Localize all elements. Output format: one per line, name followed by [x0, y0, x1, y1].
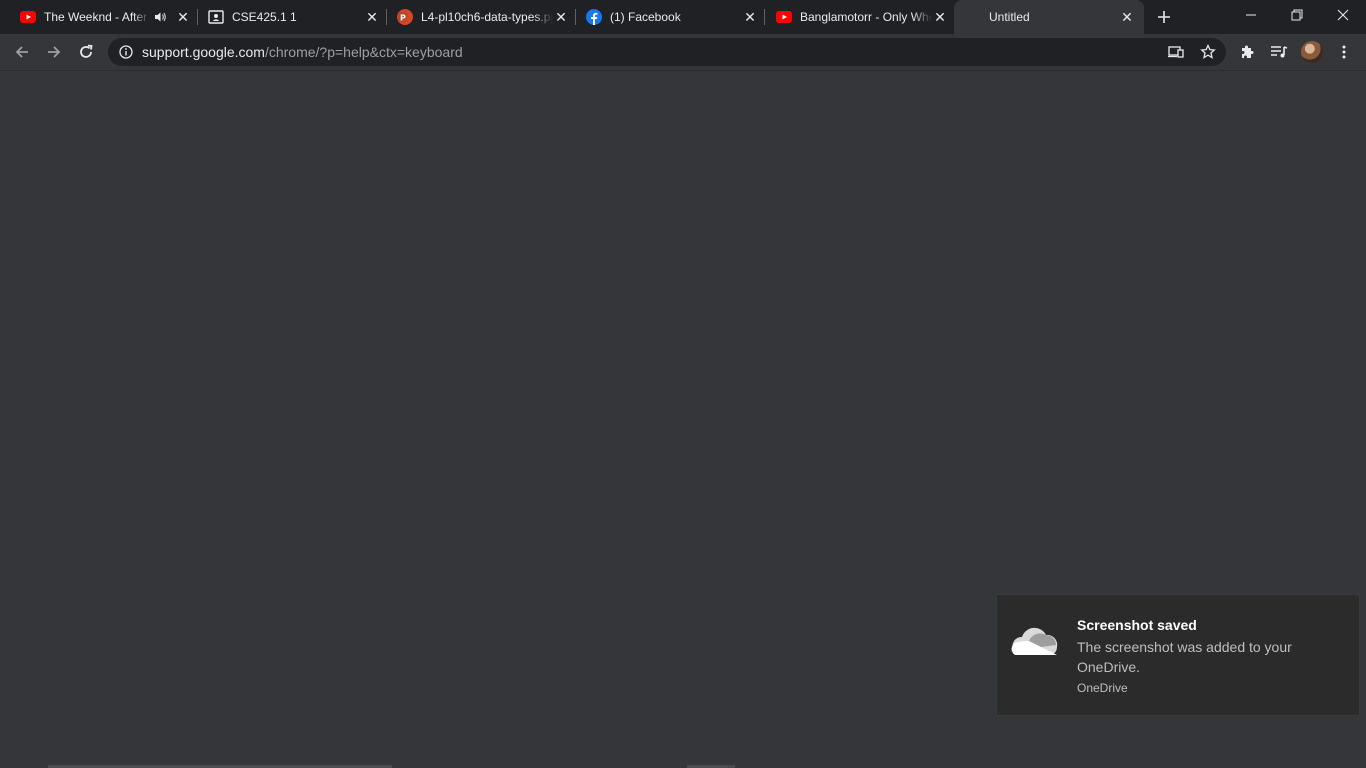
extensions-button[interactable]: [1234, 39, 1260, 65]
onedrive-notification[interactable]: Screenshot saved The screenshot was adde…: [996, 594, 1360, 716]
cast-icon[interactable]: [1168, 44, 1184, 60]
back-button[interactable]: [9, 39, 35, 65]
menu-button[interactable]: [1331, 39, 1357, 65]
tab-title: Untitled: [989, 10, 1030, 24]
arrow-right-icon: [48, 46, 61, 58]
url-text: support.google.com/chrome/?p=help&ctx=ke…: [142, 44, 463, 60]
classroom-icon: [208, 9, 224, 25]
tab-cse425[interactable]: CSE425.1 1 ✕: [188, 0, 386, 34]
onedrive-cloud-icon: [1011, 627, 1058, 655]
minimize-icon: [1246, 14, 1256, 16]
tab-strip: The Weeknd - After Hours ✕ CSE425.1 1 ✕ …: [0, 0, 1366, 34]
address-bar[interactable]: support.google.com/chrome/?p=help&ctx=ke…: [108, 38, 1226, 66]
restore-icon: [1291, 9, 1303, 21]
profile-avatar[interactable]: [1301, 41, 1323, 63]
toolbar: support.google.com/chrome/?p=help&ctx=ke…: [0, 34, 1366, 71]
tab-untitled-active[interactable]: Untitled ✕: [954, 0, 1144, 34]
reload-icon: [80, 44, 93, 58]
youtube-icon: [776, 9, 792, 25]
media-control-button[interactable]: [1266, 39, 1292, 65]
restore-button[interactable]: [1274, 0, 1320, 30]
minimize-button[interactable]: [1228, 0, 1274, 30]
tab-title: CSE425.1 1: [232, 10, 297, 24]
puzzle-icon: [1242, 45, 1254, 58]
notification-source: OneDrive: [1077, 681, 1128, 695]
tab-youtube-banglamotorr[interactable]: Banglamotorr - Only Wheels ✕: [756, 0, 954, 34]
tab-close-icon[interactable]: ✕: [932, 9, 948, 25]
tab-facebook[interactable]: (1) Facebook ✕: [566, 0, 764, 34]
reload-button[interactable]: [73, 39, 99, 65]
close-window-button[interactable]: [1320, 0, 1366, 30]
tab-title: L4-pl10ch6-data-types.pptx: [421, 10, 553, 24]
tab-powerpoint[interactable]: P L4-pl10ch6-data-types.pptx ✕: [377, 0, 575, 34]
audio-playing-icon[interactable]: [153, 9, 169, 25]
notification-body: The screenshot was added to your OneDriv…: [1077, 639, 1292, 675]
tab-title: The Weeknd - After Hours: [44, 10, 149, 24]
plus-icon: [1158, 11, 1170, 23]
tab-title: Banglamotorr - Only Wheels: [800, 10, 932, 24]
tab-youtube-weeknd[interactable]: The Weeknd - After Hours ✕: [0, 0, 197, 34]
notification-title: Screenshot saved: [1077, 617, 1197, 633]
facebook-icon: [586, 9, 602, 25]
tab-title: (1) Facebook: [610, 10, 681, 24]
site-info-icon[interactable]: [118, 44, 134, 60]
close-icon: [1337, 9, 1349, 21]
url-path: /chrome/?p=help&ctx=keyboard: [264, 44, 463, 60]
arrow-left-icon: [15, 46, 28, 58]
browser-window: The Weeknd - After Hours ✕ CSE425.1 1 ✕ …: [0, 0, 1366, 768]
url-host: support.google.com: [142, 44, 265, 60]
tab-close-icon[interactable]: ✕: [1119, 9, 1135, 25]
bookmark-star-icon[interactable]: [1200, 44, 1216, 60]
youtube-icon: [20, 9, 36, 25]
svg-text:P: P: [400, 14, 406, 23]
more-vertical-icon: [1342, 45, 1346, 59]
forward-button[interactable]: [41, 39, 67, 65]
powerpoint-icon: P: [397, 9, 413, 25]
new-tab-button[interactable]: [1152, 5, 1176, 29]
media-queue-icon: [1271, 46, 1288, 58]
